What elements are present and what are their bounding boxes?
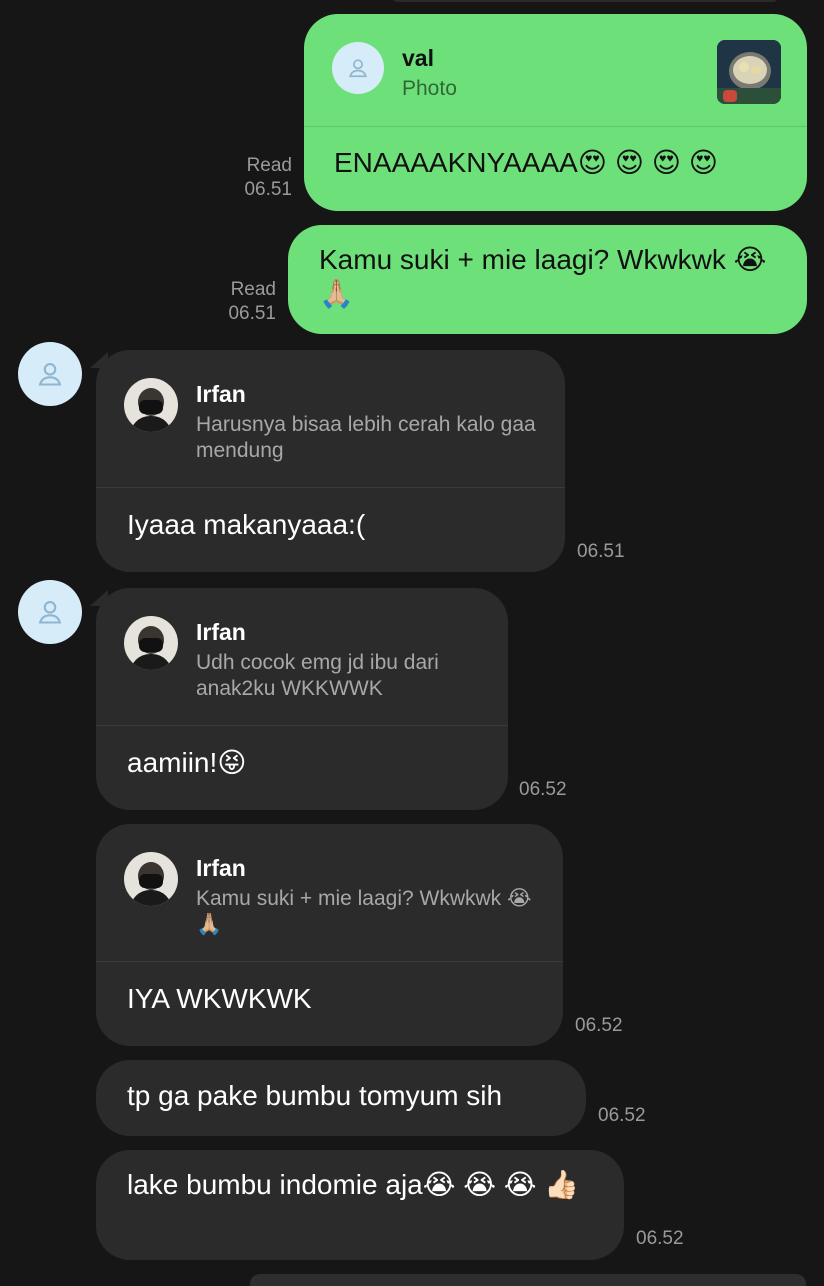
outgoing-message-bubble[interactable]: val Photo ENAAAAKNYAAAA😍 😍 😍 😍 <box>304 14 807 211</box>
reply-sender-name: Irfan <box>196 855 246 881</box>
reply-sender-name: Irfan <box>196 381 246 407</box>
message-time: 06.52 <box>519 779 567 800</box>
message-text: IYA WKWKWK <box>127 983 312 1014</box>
incoming-message-bubble[interactable]: Irfan Kamu suki + mie laagi? Wkwkwk 😭🙏🏼 … <box>96 824 563 1046</box>
reply-preview[interactable]: Irfan Harusnya bisaa lebih cerah kalo ga… <box>96 350 565 487</box>
user-silhouette-icon <box>349 59 367 78</box>
reply-preview[interactable]: Irfan Kamu suki + mie laagi? Wkwkwk 😭🙏🏼 <box>96 824 563 961</box>
outgoing-message-bubble[interactable]: Kamu suki + mie laagi? Wkwkwk 😭🙏🏼 <box>288 225 807 334</box>
reply-preview-text: Harusnya bisaa lebih cerah kalo gaa mend… <box>196 413 536 462</box>
divider <box>96 961 563 962</box>
read-status: Read <box>246 155 292 176</box>
message-text: ENAAAAKNYAAAA😍 😍 😍 😍 <box>334 147 718 178</box>
incoming-message-bubble[interactable]: Irfan Udh cocok emg jd ibu dari anak2ku … <box>96 588 508 810</box>
message-meta: Read 06.51 <box>184 278 276 326</box>
user-silhouette-icon <box>38 363 62 386</box>
divider <box>96 725 508 726</box>
avatar <box>124 852 178 906</box>
read-status: Read <box>230 279 276 300</box>
message-text: aamiin!😝 <box>127 747 247 778</box>
reply-preview[interactable]: Irfan Udh cocok emg jd ibu dari anak2ku … <box>96 588 508 725</box>
reply-preview-text: Udh cocok emg jd ibu dari anak2ku WKKWWK <box>196 651 439 700</box>
reply-sender-name: Irfan <box>196 619 246 645</box>
next-element-edge <box>250 1274 806 1286</box>
incoming-message-bubble[interactable]: tp ga pake bumbu tomyum sih <box>96 1060 586 1136</box>
previous-message-edge <box>390 0 780 2</box>
message-time: 06.52 <box>636 1228 684 1249</box>
avatar <box>332 42 384 94</box>
incoming-message-bubble[interactable]: lake bumbu indomie aja😭 😭 😭 👍🏻 <box>96 1150 624 1260</box>
reply-preview[interactable]: val Photo <box>304 14 807 127</box>
sender-avatar[interactable] <box>18 580 82 644</box>
incoming-message-bubble[interactable]: Irfan Harusnya bisaa lebih cerah kalo ga… <box>96 350 565 572</box>
message-time: 06.52 <box>575 1015 623 1036</box>
message-text: lake bumbu indomie aja😭 😭 😭 👍🏻 <box>127 1169 580 1200</box>
avatar <box>124 378 178 432</box>
message-time: 06.52 <box>598 1105 646 1126</box>
photo-thumbnail[interactable] <box>717 40 781 104</box>
reply-sender-name: val <box>402 45 434 71</box>
sender-avatar[interactable] <box>18 342 82 406</box>
reply-preview-text: Kamu suki + mie laagi? Wkwkwk 😭🙏🏼 <box>196 887 532 936</box>
divider <box>96 487 565 488</box>
message-text: Iyaaa makanyaaa:( <box>127 509 366 540</box>
message-text: Kamu suki + mie laagi? Wkwkwk 😭🙏🏼 <box>319 244 767 309</box>
message-time: 06.51 <box>577 541 625 562</box>
message-text: tp ga pake bumbu tomyum sih <box>127 1080 503 1111</box>
message-time: 06.51 <box>244 179 292 200</box>
message-time: 06.51 <box>228 303 276 324</box>
divider <box>304 126 807 127</box>
avatar <box>124 616 178 670</box>
message-meta: Read 06.51 <box>200 154 292 202</box>
reply-preview-text: Photo <box>402 77 457 100</box>
user-silhouette-icon <box>38 601 62 624</box>
